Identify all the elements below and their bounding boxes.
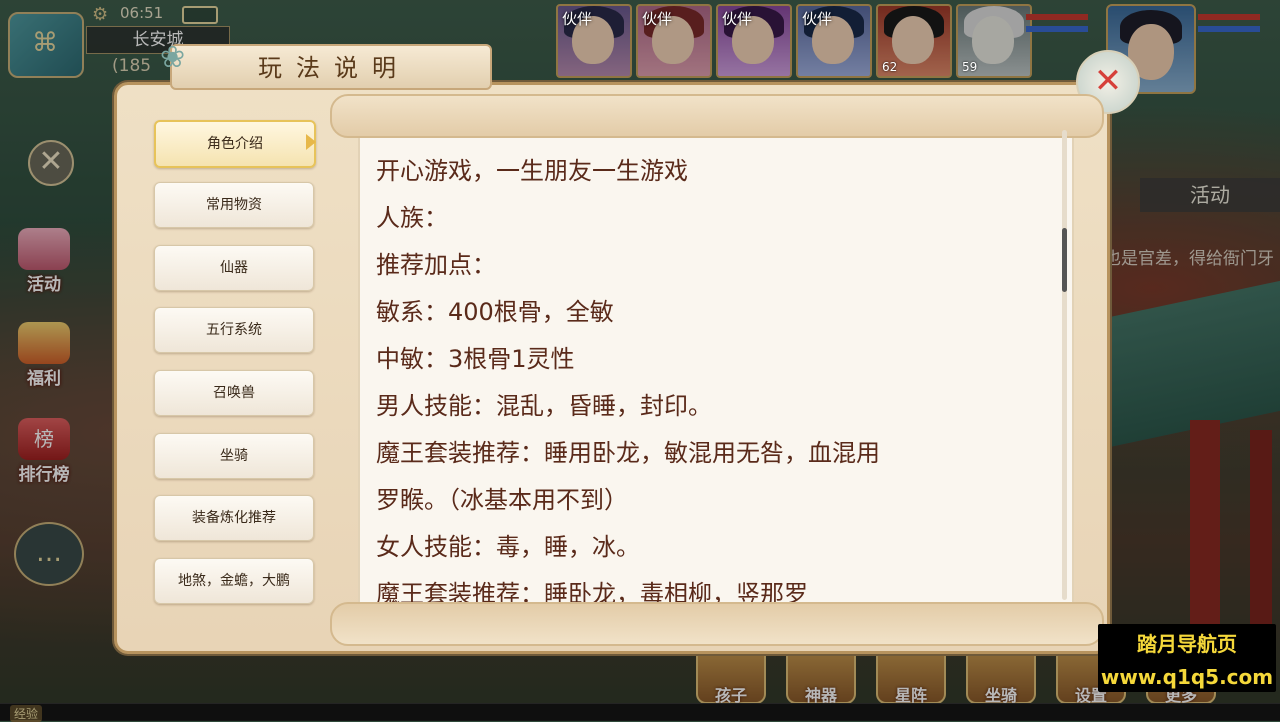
site-watermark: 踏月导航页 www.q1q5.com: [1098, 624, 1276, 692]
content-line: 推荐加点：: [376, 251, 496, 279]
dialog-title: 玩法说明: [258, 54, 410, 82]
tab-equipment-refine[interactable]: 装备炼化推荐: [154, 495, 314, 541]
scrollbar-track[interactable]: [1062, 130, 1067, 600]
content-scroll[interactable]: 开心游戏，一生朋友一生游戏 人族： 推荐加点： 敏系：400根骨，全敏 中敏：3…: [330, 94, 1104, 646]
tab-character-intro[interactable]: 角色介绍: [154, 120, 316, 168]
scrollbar-thumb[interactable]: [1062, 228, 1067, 292]
content-line: 敏系：400根骨，全敏: [376, 298, 614, 326]
scroll-paper: 开心游戏，一生朋友一生游戏 人族： 推荐加点： 敏系：400根骨，全敏 中敏：3…: [358, 102, 1074, 622]
content-line: 开心游戏，一生朋友一生游戏: [376, 157, 688, 185]
tab-summoned-beast[interactable]: 召唤兽: [154, 370, 314, 416]
partner-tag: 伙伴: [562, 10, 593, 28]
partner-level: 59: [962, 60, 978, 74]
content-line: 罗睺。（冰基本用不到）: [376, 486, 628, 514]
content-line: 中敏：3根骨1灵性: [376, 345, 575, 373]
active-tab-indicator: [306, 134, 316, 150]
content-line: 人族：: [376, 204, 448, 232]
content-line: 男人技能：混乱，昏睡，封印。: [376, 392, 712, 420]
scroll-roll-bottom: [330, 602, 1104, 646]
partner-tag: 伙伴: [722, 10, 753, 28]
watermark-url: www.q1q5.com: [1100, 665, 1274, 689]
watermark-title: 踏月导航页: [1137, 632, 1237, 656]
partner-tag: 伙伴: [642, 10, 673, 28]
tab-fairy-artifact[interactable]: 仙器: [154, 245, 314, 291]
tab-common-supplies[interactable]: 常用物资: [154, 182, 314, 228]
lotus-icon: ❀: [160, 40, 186, 75]
scroll-roll-top: [330, 94, 1104, 138]
tab-mount[interactable]: 坐骑: [154, 433, 314, 479]
tab-bosses[interactable]: 地煞，金蟾，大鹏: [154, 558, 314, 604]
content-line: 魔王套装推荐：睡用卧龙，敏混用无咎，血混用: [376, 439, 880, 467]
tab-five-elements[interactable]: 五行系统: [154, 307, 314, 353]
partner-level: 62: [882, 60, 898, 74]
partner-tag: 伙伴: [802, 10, 833, 28]
help-content: 开心游戏，一生朋友一生游戏 人族： 推荐加点： 敏系：400根骨，全敏 中敏：3…: [376, 148, 1052, 618]
content-line: 女人技能：毒，睡，冰。: [376, 533, 640, 561]
